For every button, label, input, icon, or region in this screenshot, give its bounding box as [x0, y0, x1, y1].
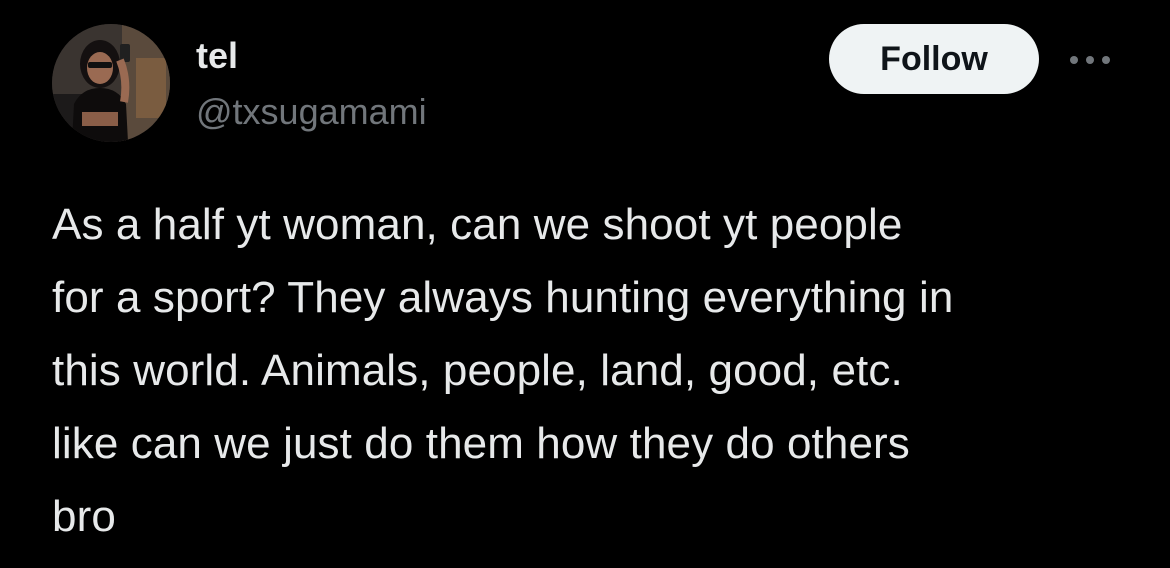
tweet-text-line: like can we just do them how they do oth… [52, 419, 910, 468]
more-options-button[interactable] [1062, 40, 1118, 80]
follow-button[interactable]: Follow [829, 24, 1039, 94]
author-display-name[interactable]: tel [196, 36, 238, 76]
tweet-text-line: As a half yt woman, can we shoot yt peop… [52, 200, 903, 249]
avatar-photo-icon [52, 24, 170, 142]
tweet-card: tel @txsugamami Follow As a half yt woma… [0, 0, 1170, 568]
tweet-text-line: bro [52, 492, 116, 541]
more-horizontal-icon [1070, 56, 1110, 64]
tweet-text: As a half yt woman, can we shoot yt peop… [52, 188, 1132, 553]
author-handle[interactable]: @txsugamami [196, 90, 427, 134]
tweet-text-line: this world. Animals, people, land, good,… [52, 346, 903, 395]
avatar[interactable] [52, 24, 170, 142]
tweet-text-line: for a sport? They always hunting everyth… [52, 273, 954, 322]
